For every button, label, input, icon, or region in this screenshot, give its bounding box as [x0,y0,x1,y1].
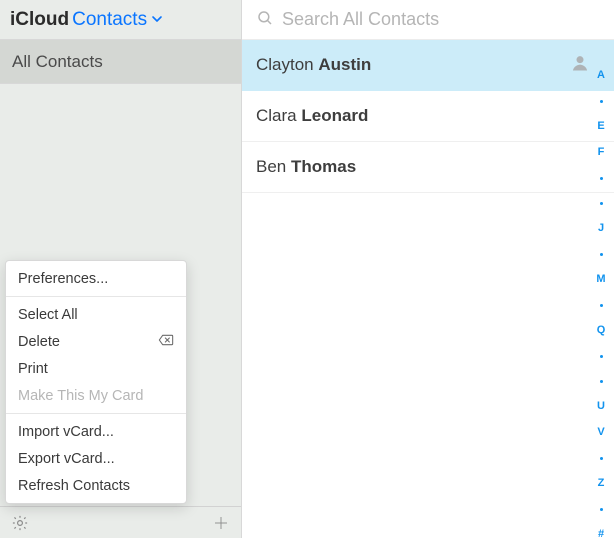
searchbar [242,0,614,40]
menu-item-label: Delete [18,334,60,350]
gear-button[interactable] [8,511,32,535]
menu-separator [6,296,186,297]
alpha-index-letter[interactable]: M [592,266,610,292]
gear-icon [11,514,29,532]
alpha-index: AEF JMQ UVZ # [592,62,610,538]
alpha-index-dot[interactable] [600,457,603,460]
alpha-index-letter[interactable]: # [592,521,610,538]
chevron-down-icon [151,9,163,31]
main-pane: Clayton Austin Clara Leonard Ben Thomas AE… [242,0,614,538]
contact-row[interactable]: Clayton Austin [242,40,614,91]
gear-context-menu: Preferences... Select All Delete Print Make … [5,260,187,504]
alpha-index-dot[interactable] [600,355,603,358]
menu-item[interactable]: Print [6,355,186,382]
menu-item-label: Export vCard... [18,451,115,467]
contact-name: Clara Leonard [256,106,368,126]
menu-separator [6,413,186,414]
menu-item[interactable]: Refresh Contacts [6,472,186,499]
search-input[interactable] [282,9,600,30]
menu-item[interactable]: Export vCard... [6,445,186,472]
menu-item[interactable]: Delete [6,328,186,355]
sidebar-toolbar [0,506,241,538]
menu-item-label: Import vCard... [18,424,114,440]
alpha-index-letter[interactable]: A [592,62,610,88]
alpha-index-letter[interactable]: E [592,113,610,139]
menu-item[interactable]: Select All [6,301,186,328]
alpha-index-letter[interactable]: V [592,419,610,445]
alpha-index-dot[interactable] [600,508,603,511]
alpha-index-dot[interactable] [600,304,603,307]
contact-row[interactable]: Ben Thomas [242,142,614,193]
menu-item: Make This My Card [6,382,186,409]
alpha-index-dot[interactable] [600,202,603,205]
contact-name: Clayton Austin [256,55,371,75]
group-label: All Contacts [12,52,103,72]
menu-item-label: Print [18,361,48,377]
add-button[interactable] [209,511,233,535]
menu-item[interactable]: Import vCard... [6,418,186,445]
section-dropdown[interactable]: Contacts [72,9,163,31]
contact-name: Ben Thomas [256,157,356,177]
menu-item-label: Make This My Card [18,388,143,404]
menu-item-label: Preferences... [18,271,108,287]
alpha-index-dot[interactable] [600,100,603,103]
backspace-icon [158,334,174,350]
alpha-index-letter[interactable]: U [592,393,610,419]
search-icon [256,9,274,31]
alpha-index-dot[interactable] [600,253,603,256]
contact-list: Clayton Austin Clara Leonard Ben Thomas [242,40,614,538]
contact-row[interactable]: Clara Leonard [242,91,614,142]
person-icon [570,53,590,78]
menu-item-label: Select All [18,307,78,323]
group-all-contacts[interactable]: All Contacts [0,40,241,84]
sidebar: iCloud Contacts All Contacts Preferences… [0,0,242,538]
menu-item-label: Refresh Contacts [18,478,130,494]
titlebar: iCloud Contacts [0,0,241,40]
alpha-index-letter[interactable]: F [592,139,610,165]
alpha-index-letter[interactable]: Q [592,317,610,343]
app-name: iCloud [10,9,69,31]
alpha-index-dot[interactable] [600,380,603,383]
section-label: Contacts [72,9,147,31]
alpha-index-letter[interactable]: Z [592,470,610,496]
menu-item[interactable]: Preferences... [6,265,186,292]
plus-icon [212,514,230,532]
alpha-index-letter[interactable]: J [592,215,610,241]
alpha-index-dot[interactable] [600,177,603,180]
